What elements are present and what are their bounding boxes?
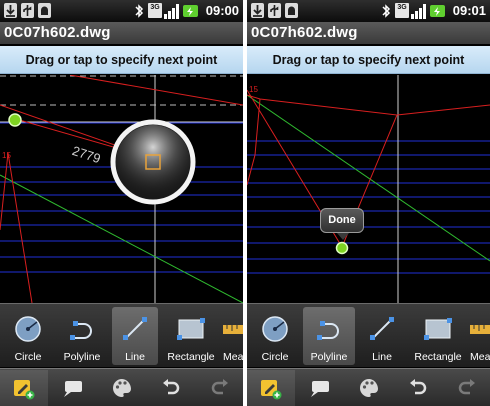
redo-button[interactable] [443, 370, 490, 406]
undo-button[interactable] [147, 370, 195, 406]
palette-button[interactable] [98, 370, 146, 406]
measure-tool-icon [470, 325, 490, 334]
comment-icon [311, 381, 329, 397]
comment-icon [64, 381, 82, 397]
redo-icon [211, 379, 228, 395]
rectangle-tool-icon [177, 318, 205, 340]
network-type-badge: 3G [395, 3, 409, 18]
file-title: 0C07h602.dwg [247, 22, 490, 44]
tool-line[interactable]: Line [359, 307, 405, 365]
signal-icon [411, 4, 426, 19]
signal-icon [164, 4, 179, 19]
tool-label: Polyline [310, 351, 348, 363]
undo-icon [163, 379, 180, 395]
bluetooth-icon [135, 4, 144, 18]
tool-label: Polyline [63, 351, 101, 363]
tool-strip: Circle Polyline Line Rectangle Meas [247, 303, 490, 367]
tool-measure[interactable]: Meas [468, 307, 490, 365]
network-type-badge: 3G [148, 3, 162, 18]
tool-circle[interactable]: Circle [251, 307, 299, 365]
tool-label: Circle [14, 351, 42, 363]
status-time: 09:00 [205, 3, 239, 18]
instruction-banner: Drag or tap to specify next point [0, 46, 243, 74]
draw-edit-icon [261, 380, 282, 400]
tool-label: Meas [470, 351, 490, 363]
redo-button[interactable] [196, 370, 243, 406]
polyline-tool-icon [70, 321, 92, 340]
redo-icon [458, 379, 475, 395]
usb-icon [268, 3, 281, 18]
drawing-canvas[interactable]: 2779 15 [0, 75, 243, 303]
status-bar: 3G 09:00 [0, 0, 243, 22]
done-button[interactable]: Done [320, 208, 364, 233]
tool-label: Meas [223, 351, 243, 363]
screen-right: 3G 09:01 0C07h602.dwg Drag or tap to spe… [247, 0, 490, 406]
line-tool-icon [370, 317, 394, 340]
usb-icon [21, 3, 34, 18]
rectangle-tool-icon [424, 318, 452, 340]
comment-button[interactable] [49, 370, 97, 406]
palette-icon [359, 379, 378, 397]
battery-charging-icon [183, 5, 198, 17]
tool-label: Rectangle [414, 351, 462, 363]
battery-charging-icon [430, 5, 445, 17]
file-title: 0C07h602.dwg [0, 22, 243, 44]
line-tool-icon [123, 317, 147, 340]
circle-tool-icon [262, 316, 288, 342]
layer-label: 15 [249, 85, 258, 94]
tool-label: Circle [261, 351, 289, 363]
tool-rectangle[interactable]: Rectangle [410, 307, 466, 365]
palette-button[interactable] [345, 370, 393, 406]
action-bar [0, 368, 243, 406]
draw-mode-button[interactable] [247, 370, 295, 406]
download-icon [251, 3, 264, 18]
tool-polyline[interactable]: Polyline [56, 307, 108, 365]
circle-tool-icon [15, 316, 41, 342]
tool-circle[interactable]: Circle [4, 307, 52, 365]
action-bar [247, 368, 490, 406]
status-time: 09:01 [452, 3, 486, 18]
bluetooth-icon [382, 4, 391, 18]
download-icon [4, 3, 17, 18]
comment-button[interactable] [296, 370, 344, 406]
palette-icon [112, 379, 131, 397]
instruction-banner: Drag or tap to specify next point [247, 46, 490, 74]
tool-label: Line [372, 351, 392, 363]
tool-polyline[interactable]: Polyline [303, 307, 355, 365]
undo-icon [410, 379, 427, 395]
tool-label: Rectangle [167, 351, 215, 363]
tool-measure[interactable]: Meas [221, 307, 243, 365]
undo-button[interactable] [394, 370, 442, 406]
android-debug-icon [285, 3, 298, 18]
tool-label: Line [125, 351, 145, 363]
start-point-marker[interactable] [8, 113, 22, 127]
tool-strip: Circle Polyline Line Rectangle Meas [0, 303, 243, 367]
tool-line[interactable]: Line [112, 307, 158, 365]
screen-left: 3G 09:00 0C07h602.dwg Drag or tap to spe… [0, 0, 243, 406]
android-debug-icon [38, 3, 51, 18]
end-point-marker[interactable] [335, 241, 349, 255]
status-bar: 3G 09:01 [247, 0, 490, 22]
draw-edit-icon [14, 380, 35, 400]
draw-mode-button[interactable] [0, 370, 48, 406]
tool-rectangle[interactable]: Rectangle [163, 307, 219, 365]
polyline-tool-icon [317, 321, 339, 340]
layer-label: 15 [2, 151, 11, 160]
measure-tool-icon [223, 325, 243, 334]
drawing-canvas[interactable]: 15 Done [247, 75, 490, 303]
done-pointer [337, 233, 349, 240]
